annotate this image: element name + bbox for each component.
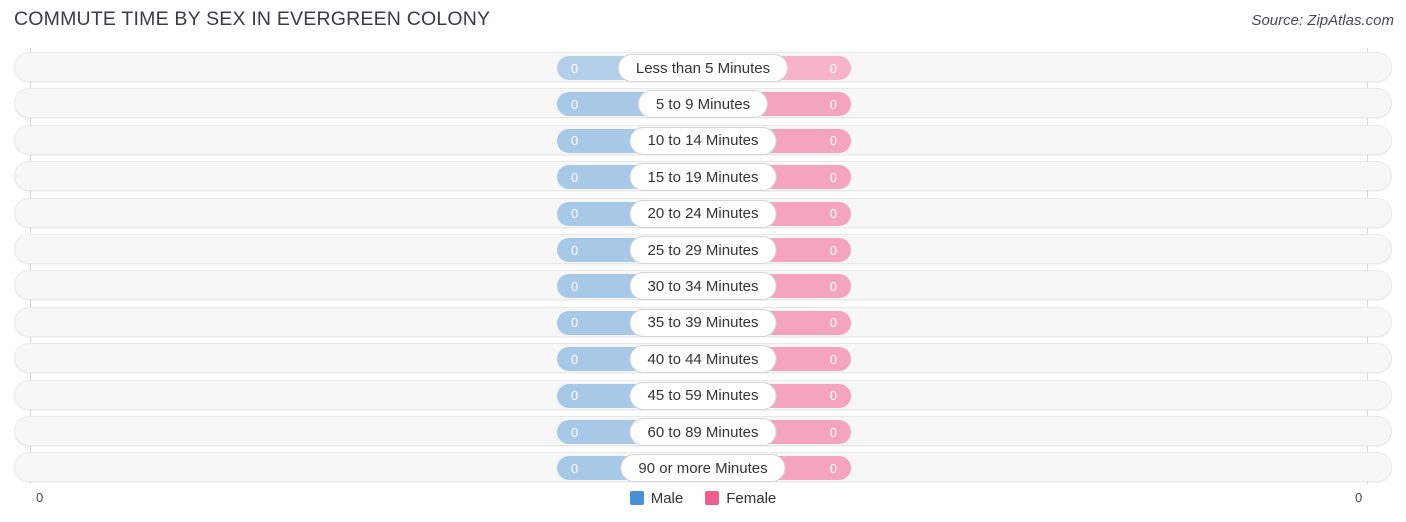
bar-value-male: 0 — [571, 424, 579, 440]
row-inner: 0 0 Less than 5 Minutes — [15, 53, 1391, 82]
category-label-pill[interactable]: 15 to 19 Minutes — [629, 163, 777, 192]
table-row[interactable]: 0 0 60 to 89 Minutes — [14, 416, 1392, 446]
bar-value-male: 0 — [571, 388, 579, 404]
bar-value-female: 0 — [829, 169, 837, 185]
row-inner: 0 0 45 to 59 Minutes — [15, 381, 1391, 410]
table-row[interactable]: 0 0 40 to 44 Minutes — [14, 343, 1392, 374]
category-label: 30 to 34 Minutes — [647, 277, 759, 295]
category-label-pill[interactable]: 60 to 89 Minutes — [629, 418, 777, 446]
category-label: 25 to 29 Minutes — [647, 241, 759, 259]
bar-value-female: 0 — [829, 315, 837, 331]
table-row[interactable]: 0 0 20 to 24 Minutes — [14, 197, 1392, 228]
category-label-pill[interactable]: Less than 5 Minutes — [617, 54, 789, 82]
bar-value-male: 0 — [571, 242, 579, 258]
category-label: 15 to 19 Minutes — [647, 168, 759, 186]
category-label: 90 or more Minutes — [638, 459, 768, 477]
table-row[interactable]: 0 0 Less than 5 Minutes — [14, 52, 1392, 82]
category-label: 45 to 59 Minutes — [647, 387, 759, 405]
category-label: 20 to 24 Minutes — [647, 205, 759, 223]
table-row[interactable]: 0 0 30 to 34 Minutes — [14, 270, 1392, 301]
legend-swatch-female-icon — [705, 491, 720, 505]
bar-value-female: 0 — [829, 278, 837, 294]
legend-item-male[interactable]: Male — [629, 489, 684, 507]
bar-value-male: 0 — [571, 169, 579, 185]
legend-label-male: Male — [650, 489, 684, 507]
bar-value-male: 0 — [571, 96, 579, 112]
category-label-pill[interactable]: 35 to 39 Minutes — [629, 308, 777, 337]
row-inner: 0 0 30 to 34 Minutes — [15, 271, 1391, 301]
row-inner: 0 0 10 to 14 Minutes — [15, 126, 1391, 155]
row-inner: 0 0 35 to 39 Minutes — [15, 308, 1391, 337]
plot-area: 0 0 Less than 5 Minutes 0 0 5 to 9 Minutes 0 0 1… — [0, 48, 1406, 484]
row-inner: 0 0 90 or more Minutes — [15, 453, 1391, 483]
chart-root: COMMUTE TIME BY SEX IN EVERGREEN COLONY … — [0, 0, 1406, 522]
row-inner: 0 0 40 to 44 Minutes — [15, 344, 1391, 374]
table-row[interactable]: 0 0 5 to 9 Minutes — [14, 88, 1392, 119]
table-row[interactable]: 0 0 45 to 59 Minutes — [14, 379, 1392, 410]
category-label-pill[interactable]: 90 or more Minutes — [620, 454, 786, 483]
chart-legend: Male Female — [0, 486, 1406, 510]
bar-value-male: 0 — [571, 460, 579, 476]
bar-value-male: 0 — [571, 60, 579, 76]
row-inner: 0 0 5 to 9 Minutes — [15, 89, 1391, 119]
category-label: 35 to 39 Minutes — [647, 314, 759, 332]
bar-value-male: 0 — [571, 133, 579, 149]
bar-value-male: 0 — [571, 315, 579, 331]
row-inner: 0 0 60 to 89 Minutes — [15, 417, 1391, 446]
category-label: 60 to 89 Minutes — [647, 423, 759, 441]
table-row[interactable]: 0 0 25 to 29 Minutes — [14, 234, 1392, 264]
bar-value-female: 0 — [829, 351, 837, 367]
row-inner: 0 0 20 to 24 Minutes — [15, 199, 1391, 228]
category-label-pill[interactable]: 5 to 9 Minutes — [637, 90, 769, 119]
page-title: COMMUTE TIME BY SEX IN EVERGREEN COLONY — [14, 8, 491, 30]
bar-value-female: 0 — [829, 460, 837, 476]
legend-swatch-male-icon — [629, 491, 644, 505]
bar-value-male: 0 — [571, 351, 579, 367]
bar-value-female: 0 — [829, 424, 837, 440]
category-label: Less than 5 Minutes — [635, 59, 771, 77]
category-label: 10 to 14 Minutes — [647, 132, 759, 150]
legend-label-female: Female — [726, 489, 777, 507]
category-label-pill[interactable]: 25 to 29 Minutes — [629, 236, 777, 264]
bar-value-female: 0 — [829, 388, 837, 404]
bar-value-female: 0 — [829, 96, 837, 112]
row-inner: 0 0 25 to 29 Minutes — [15, 235, 1391, 264]
row-inner: 0 0 15 to 19 Minutes — [15, 162, 1391, 192]
bar-value-female: 0 — [829, 60, 837, 76]
category-label-pill[interactable]: 45 to 59 Minutes — [629, 381, 777, 410]
bar-value-male: 0 — [571, 206, 579, 222]
category-label: 5 to 9 Minutes — [655, 95, 751, 113]
category-label-pill[interactable]: 30 to 34 Minutes — [629, 272, 777, 301]
category-label-pill[interactable]: 40 to 44 Minutes — [629, 345, 777, 374]
bar-value-male: 0 — [571, 278, 579, 294]
category-label-pill[interactable]: 10 to 14 Minutes — [629, 126, 777, 155]
category-label-pill[interactable]: 20 to 24 Minutes — [629, 199, 777, 228]
legend-item-female[interactable]: Female — [705, 491, 776, 506]
bar-value-female: 0 — [829, 206, 837, 222]
table-row[interactable]: 0 0 10 to 14 Minutes — [14, 124, 1392, 155]
bar-value-female: 0 — [829, 242, 837, 258]
category-label: 40 to 44 Minutes — [647, 350, 759, 368]
table-row[interactable]: 0 0 90 or more Minutes — [14, 452, 1392, 483]
bar-value-female: 0 — [829, 133, 837, 149]
table-row[interactable]: 0 0 35 to 39 Minutes — [14, 306, 1392, 337]
source-attribution: Source: ZipAtlas.com — [1251, 12, 1394, 29]
table-row[interactable]: 0 0 15 to 19 Minutes — [14, 161, 1392, 192]
